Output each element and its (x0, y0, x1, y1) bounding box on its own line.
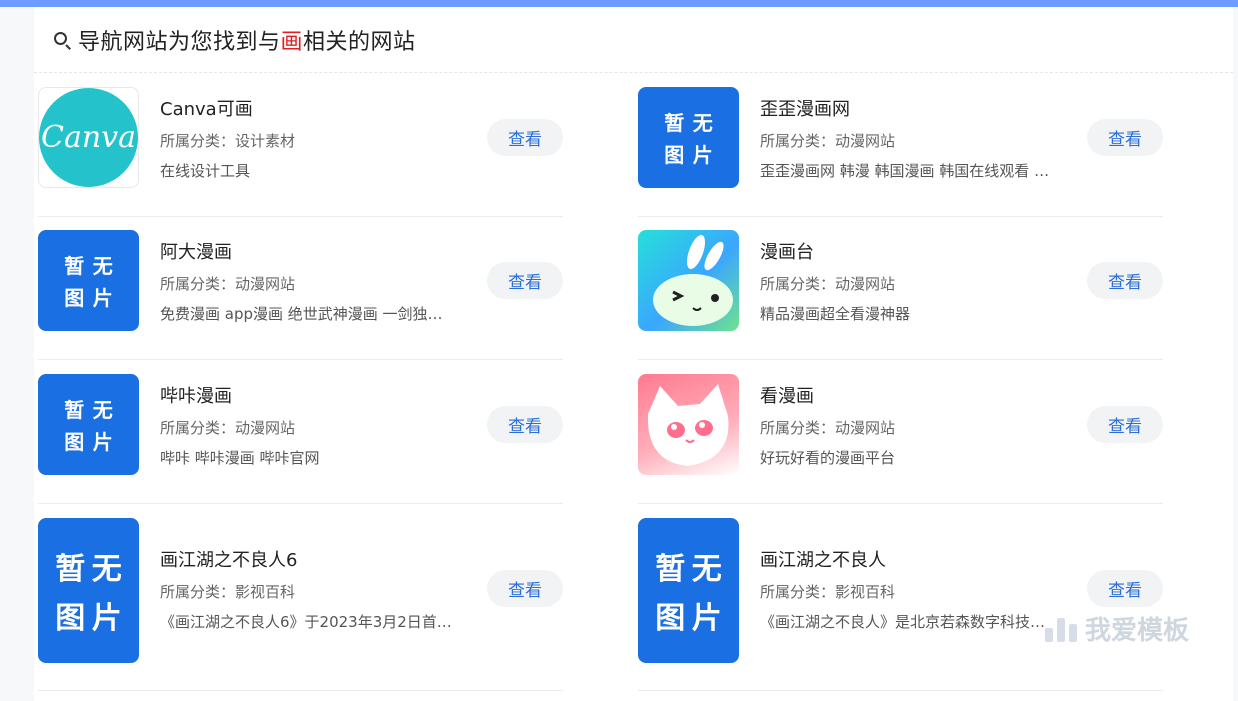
no-image-placeholder[interactable]: 暂无图片 (38, 374, 139, 475)
site-category: 所属分类：动漫网站 (160, 419, 296, 437)
divider (38, 359, 563, 360)
site-title[interactable]: 漫画台 (760, 238, 1070, 264)
view-button[interactable]: 查看 (1087, 406, 1163, 443)
divider (638, 503, 1163, 504)
site-category: 所属分类：动漫网站 (760, 132, 896, 150)
watermark-logo-icon (1045, 616, 1079, 642)
site-category: 所属分类：影视百科 (760, 583, 896, 601)
site-card[interactable]: 暂无图片 画江湖之不良人 所属分类：影视百科 《画江湖之不良人》是北京若森数字科… (638, 518, 1163, 691)
site-title[interactable]: 画江湖之不良人 (760, 546, 1070, 572)
site-card[interactable]: 看漫画 所属分类：动漫网站 好玩好看的漫画平台 查看 (638, 374, 1163, 504)
view-button[interactable]: 查看 (1087, 262, 1163, 299)
site-title[interactable]: 歪歪漫画网 (760, 95, 1070, 121)
divider (38, 216, 563, 217)
site-card[interactable]: 暂无图片 哔咔漫画 所属分类：动漫网站 哔咔 哔咔漫画 哔咔官网 查看 (38, 374, 563, 504)
site-title[interactable]: 阿大漫画 (160, 238, 470, 264)
manhuatai-logo[interactable] (638, 230, 739, 331)
site-category: 所属分类：动漫网站 (760, 419, 896, 437)
no-image-placeholder[interactable]: 暂无图片 (638, 518, 739, 663)
no-image-placeholder[interactable]: 暂无图片 (638, 87, 739, 188)
divider (38, 690, 563, 691)
no-image-placeholder[interactable]: 暂无图片 (38, 518, 139, 663)
site-description: 精品漫画超全看漫神器 (760, 305, 911, 323)
search-icon (52, 29, 74, 51)
site-card[interactable]: 暂无图片 歪歪漫画网 所属分类：动漫网站 歪歪漫画网 韩漫 韩国漫画 韩国在线观… (638, 87, 1163, 217)
divider (638, 359, 1163, 360)
divider (638, 216, 1163, 217)
divider (638, 690, 1163, 691)
results-heading: 导航网站为您找到与画相关的网站 (78, 29, 416, 55)
view-button[interactable]: 查看 (1087, 570, 1163, 607)
divider (38, 503, 563, 504)
view-button[interactable]: 查看 (487, 119, 563, 156)
site-category: 所属分类：动漫网站 (760, 275, 896, 293)
site-description: 在线设计工具 (160, 162, 251, 180)
site-title[interactable]: Canva可画 (160, 95, 470, 121)
site-category: 所属分类：动漫网站 (160, 275, 296, 293)
no-image-placeholder[interactable]: 暂无图片 (38, 230, 139, 331)
site-description: 免费漫画 app漫画 绝世武神漫画 一剑独… (160, 305, 443, 323)
watermark-text: 我爱模板 (1085, 616, 1190, 646)
results-header: 导航网站为您找到与画相关的网站 (34, 7, 1233, 73)
view-button[interactable]: 查看 (487, 406, 563, 443)
site-card[interactable]: 暂无图片 画江湖之不良人6 所属分类：影视百科 《画江湖之不良人6》于2023年… (38, 518, 563, 691)
site-title[interactable]: 哔咔漫画 (160, 382, 470, 408)
site-category: 所属分类：设计素材 (160, 132, 296, 150)
site-description: 《画江湖之不良人6》于2023年3月2日首… (160, 613, 452, 631)
top-accent-bar (0, 0, 1238, 7)
site-description: 哔咔 哔咔漫画 哔咔官网 (160, 449, 320, 467)
site-description: 《画江湖之不良人》是北京若森数字科技… (760, 613, 1046, 631)
view-button[interactable]: 查看 (487, 262, 563, 299)
site-description: 好玩好看的漫画平台 (760, 449, 896, 467)
watermark: 我爱模板 (1045, 610, 1189, 647)
view-button[interactable]: 查看 (1087, 119, 1163, 156)
site-category: 所属分类：影视百科 (160, 583, 296, 601)
site-title[interactable]: 看漫画 (760, 382, 1070, 408)
site-card[interactable]: 暂无图片 阿大漫画 所属分类：动漫网站 免费漫画 app漫画 绝世武神漫画 一剑… (38, 230, 563, 360)
kanmanhua-logo[interactable] (638, 374, 739, 475)
canva-logo[interactable]: Canva (38, 87, 139, 188)
site-description: 歪歪漫画网 韩漫 韩国漫画 韩国在线观看 … (760, 162, 1050, 180)
site-card[interactable]: Canva Canva可画 所属分类：设计素材 在线设计工具 查看 (38, 87, 563, 217)
search-keyword: 画 (280, 29, 304, 55)
view-button[interactable]: 查看 (487, 570, 563, 607)
site-title[interactable]: 画江湖之不良人6 (160, 546, 470, 572)
site-card[interactable]: 漫画台 所属分类：动漫网站 精品漫画超全看漫神器 查看 (638, 230, 1163, 360)
